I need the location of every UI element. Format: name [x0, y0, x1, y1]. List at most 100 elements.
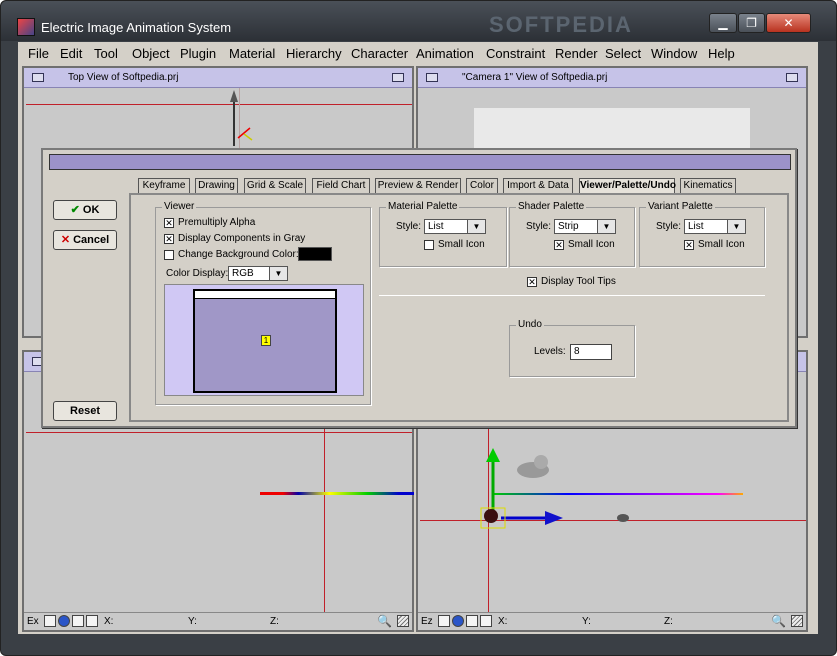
variant-style-label: Style: — [656, 221, 682, 232]
tab-keyframe[interactable]: Keyframe — [138, 178, 190, 193]
render-icon[interactable] — [480, 615, 492, 627]
shader-palette-group: Shader Palette Style: Strip ▼ ✕ Small Ico… — [509, 201, 635, 267]
menu-material[interactable]: Material — [229, 46, 275, 61]
color-display-label: Color Display: — [166, 268, 229, 279]
check-icon: ✔ — [70, 204, 83, 216]
camera-icon[interactable] — [72, 615, 84, 627]
menu-object[interactable]: Object — [132, 46, 170, 61]
z-coordinate: Z: — [270, 616, 279, 627]
tab-panel: Viewer ✕ Premultiply Alpha ✕ Display Com… — [129, 193, 789, 422]
cross-icon: ✕ — [60, 234, 74, 246]
x-coordinate: X: — [104, 616, 114, 627]
grid-axis-line — [26, 104, 412, 105]
camera-view-titlebar[interactable]: "Camera 1" View of Softpedia.prj — [418, 68, 806, 88]
resize-grip-icon[interactable] — [791, 615, 803, 627]
axis-label: Ez — [421, 616, 433, 627]
menu-hierarchy[interactable]: Hierarchy — [286, 46, 342, 61]
undo-levels-input[interactable]: 8 — [570, 344, 612, 360]
render-icon[interactable] — [86, 615, 98, 627]
menu-constraint[interactable]: Constraint — [486, 46, 545, 61]
menu-character[interactable]: Character — [351, 46, 408, 61]
variant-palette-group: Variant Palette Style: List ▼ ✕ Small Ico… — [639, 201, 765, 267]
grid-toggle-icon[interactable] — [44, 615, 56, 627]
tab-field-chart[interactable]: Field Chart — [312, 178, 370, 193]
menu-tool[interactable]: Tool — [94, 46, 118, 61]
menu-bar: File Edit Tool Object Plugin Material Hi… — [18, 42, 818, 64]
variant-small-icon-label: Small Icon — [698, 239, 745, 250]
viewport-menu-icon[interactable] — [32, 73, 44, 82]
viewport-expand-icon[interactable] — [786, 73, 798, 82]
minimize-button[interactable]: ▁ — [709, 13, 737, 33]
menu-plugin[interactable]: Plugin — [180, 46, 216, 61]
axis-label: Ex — [27, 616, 39, 627]
zoom-icon[interactable]: 🔍 — [771, 614, 786, 628]
dialog-titlebar[interactable] — [49, 154, 791, 170]
viewer-group: Viewer ✕ Premultiply Alpha ✕ Display Com… — [155, 201, 371, 405]
variant-style-value: List — [688, 221, 704, 232]
material-small-icon-checkbox[interactable] — [424, 240, 434, 250]
menu-window[interactable]: Window — [651, 46, 697, 61]
menu-select[interactable]: Select — [605, 46, 641, 61]
display-gray-checkbox[interactable]: ✕ — [164, 234, 174, 244]
cancel-label: Cancel — [73, 234, 110, 246]
change-bg-checkbox[interactable] — [164, 250, 174, 260]
x-coordinate: X: — [498, 616, 508, 627]
chevron-down-icon: ▼ — [467, 220, 485, 233]
menu-edit[interactable]: Edit — [60, 46, 82, 61]
camera-icon[interactable] — [466, 615, 478, 627]
undo-label: Undo — [516, 319, 544, 330]
ok-button[interactable]: ✔ OK — [53, 200, 117, 220]
chevron-down-icon: ▼ — [727, 220, 745, 233]
resize-grip-icon[interactable] — [397, 615, 409, 627]
tab-viewer-palette-undo[interactable]: Viewer/Palette/Undo — [579, 178, 676, 193]
grid-axis-line — [26, 432, 412, 433]
display-tool-tips-checkbox[interactable]: ✕ — [527, 277, 537, 287]
material-style-select[interactable]: List ▼ — [424, 219, 486, 234]
viewport-menu-icon[interactable] — [426, 73, 438, 82]
variant-style-select[interactable]: List ▼ — [684, 219, 746, 234]
tab-drawing[interactable]: Drawing — [195, 178, 238, 193]
tab-color[interactable]: Color — [466, 178, 498, 193]
camera-gizmo[interactable] — [473, 448, 633, 538]
close-button[interactable]: ✕ — [766, 13, 811, 33]
tab-kinematics[interactable]: Kinematics — [680, 178, 736, 193]
viewer-preview: 1 — [164, 284, 364, 396]
grid-toggle-icon[interactable] — [438, 615, 450, 627]
divider — [379, 295, 765, 296]
material-style-label: Style: — [396, 221, 422, 232]
viewport-statusbar: Ex X: Y: Z: 🔍 — [24, 612, 412, 630]
maximize-button[interactable]: ❐ — [738, 13, 765, 33]
color-display-select[interactable]: RGB ▼ — [228, 266, 288, 281]
menu-animation[interactable]: Animation — [416, 46, 474, 61]
application-window: Electric Image Animation System SOFTPEDI… — [0, 0, 837, 656]
object-gizmo[interactable] — [224, 88, 264, 148]
shader-small-icon-label: Small Icon — [568, 239, 615, 250]
globe-icon[interactable] — [452, 615, 464, 627]
material-style-value: List — [428, 221, 444, 232]
menu-help[interactable]: Help — [708, 46, 735, 61]
background-color-swatch[interactable] — [298, 247, 332, 261]
top-view-titlebar[interactable]: Top View of Softpedia.prj — [24, 68, 412, 88]
tab-preview-render[interactable]: Preview & Render — [375, 178, 461, 193]
globe-icon[interactable] — [58, 615, 70, 627]
menu-file[interactable]: File — [28, 46, 49, 61]
menu-render[interactable]: Render — [555, 46, 598, 61]
reset-button[interactable]: Reset — [53, 401, 117, 421]
variant-small-icon-checkbox[interactable]: ✕ — [684, 240, 694, 250]
shader-style-label: Style: — [526, 221, 552, 232]
preview-badge: 1 — [261, 335, 271, 346]
tab-grid-scale[interactable]: Grid & Scale — [244, 178, 306, 193]
cancel-button[interactable]: ✕ Cancel — [53, 230, 117, 250]
shader-small-icon-checkbox[interactable]: ✕ — [554, 240, 564, 250]
top-view-title: Top View of Softpedia.prj — [68, 72, 179, 83]
spline-path[interactable] — [260, 492, 414, 495]
viewport-expand-icon[interactable] — [392, 73, 404, 82]
shader-style-select[interactable]: Strip ▼ — [554, 219, 616, 234]
window-title: Electric Image Animation System — [41, 20, 232, 35]
title-bar[interactable]: Electric Image Animation System SOFTPEDI… — [1, 1, 836, 41]
tab-import-data[interactable]: Import & Data — [503, 178, 573, 193]
camera-view-title: "Camera 1" View of Softpedia.prj — [462, 72, 608, 83]
material-palette-group: Material Palette Style: List ▼ Small Icon — [379, 201, 507, 267]
premultiply-alpha-checkbox[interactable]: ✕ — [164, 218, 174, 228]
zoom-icon[interactable]: 🔍 — [377, 614, 392, 628]
